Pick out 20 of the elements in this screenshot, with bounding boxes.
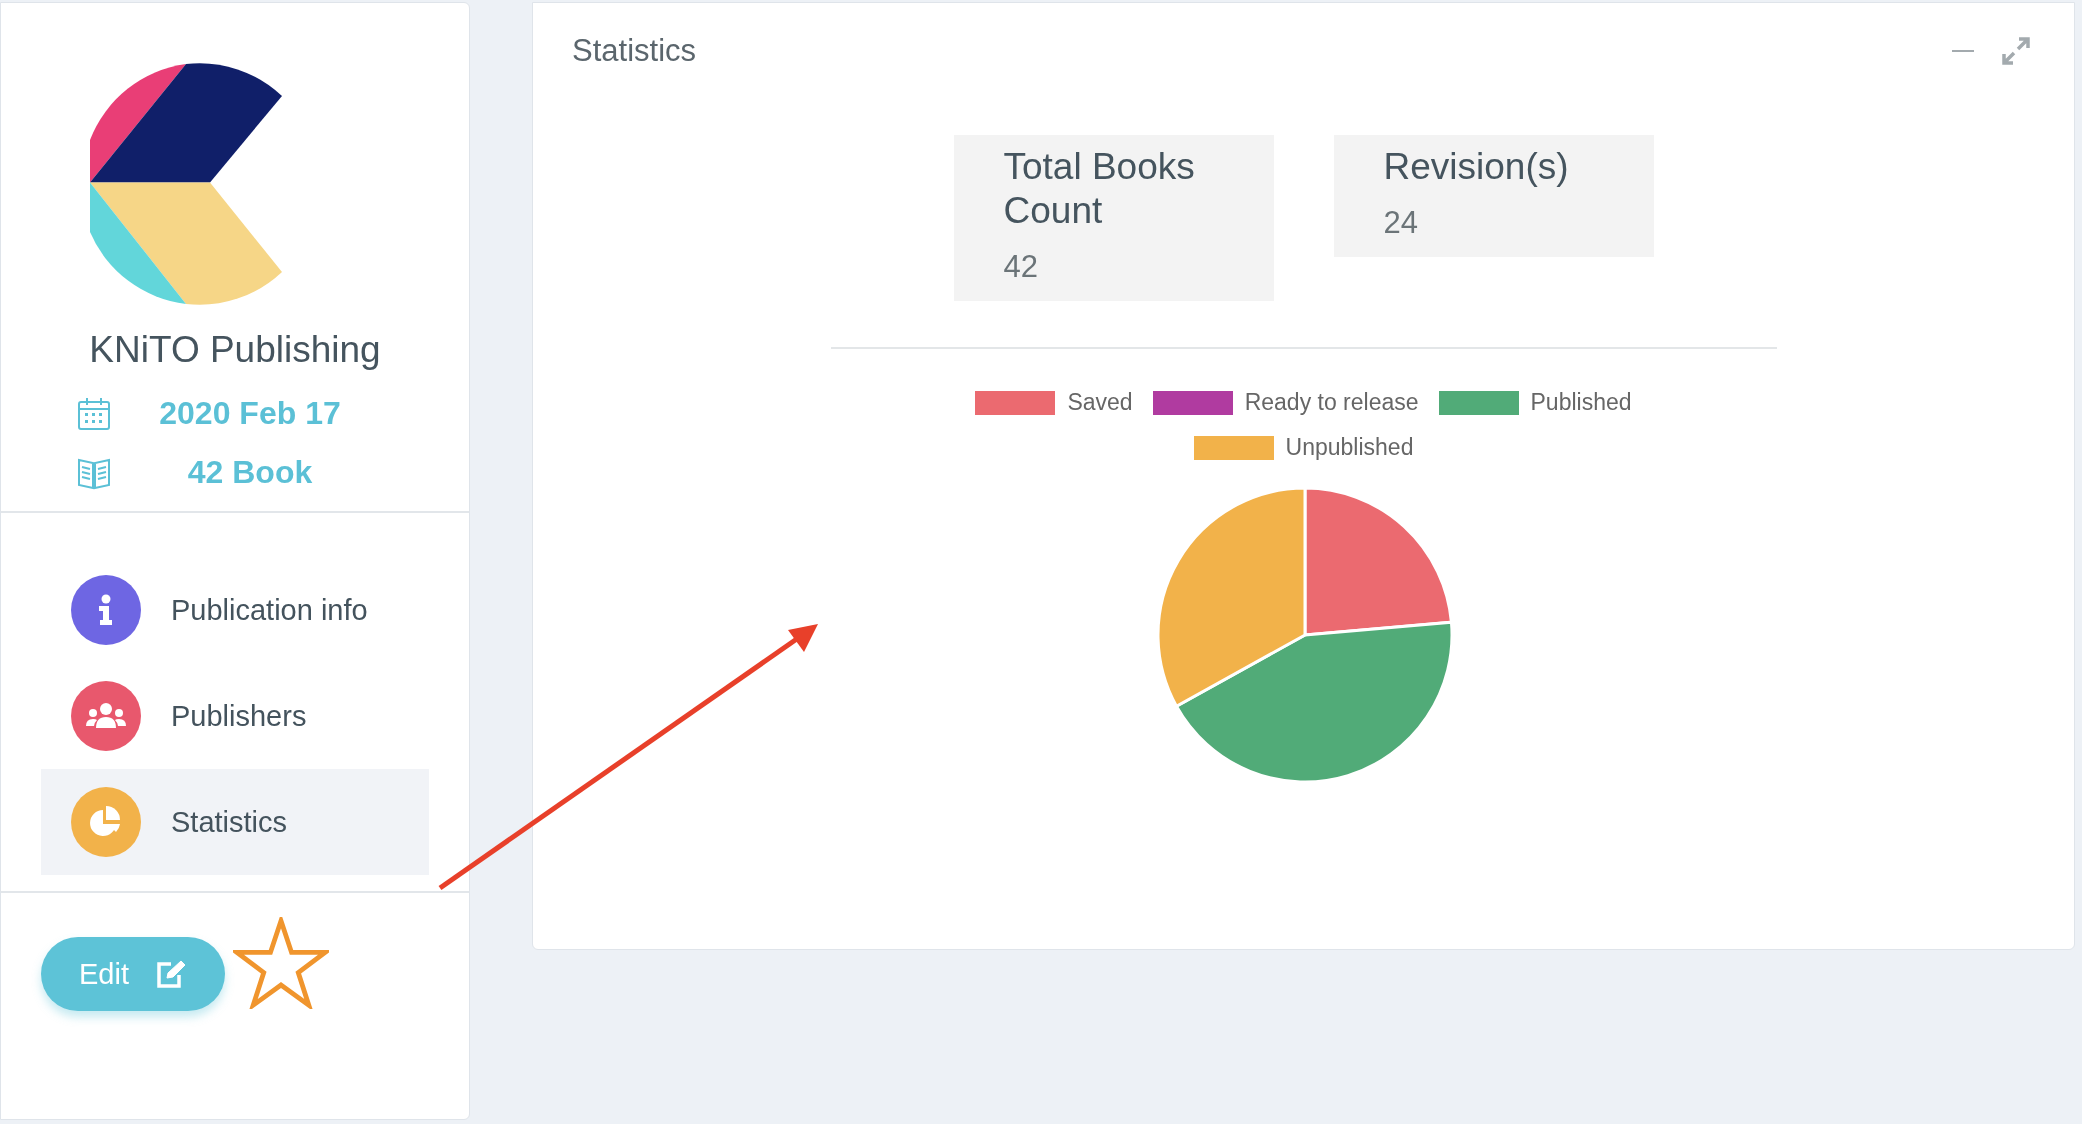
stat-value: 42	[1003, 249, 1039, 285]
stat-label: Total Books Count	[1003, 145, 1196, 233]
book-count: 42 Book	[186, 454, 314, 491]
publisher-name: KNiTO Publishing	[89, 329, 381, 371]
minimize-icon[interactable]	[1952, 49, 1974, 53]
date-text: 2020 Feb 17	[158, 395, 342, 432]
legend-label: Published	[1530, 389, 1632, 416]
legend-label: Saved	[1067, 389, 1133, 416]
sidebar-item[interactable]: Statistics	[41, 769, 429, 875]
star-icon[interactable]	[233, 917, 329, 1009]
legend-label: Unpublished	[1285, 434, 1414, 461]
calendar-icon	[77, 396, 111, 431]
edit-icon	[155, 959, 187, 989]
stat-value: 24	[1383, 205, 1419, 241]
legend-label: Ready to release	[1244, 389, 1419, 416]
sidebar-item[interactable]: Publishers	[41, 663, 429, 769]
sidebar-item[interactable]: Publication info	[41, 557, 429, 663]
expand-icon[interactable]	[2002, 37, 2030, 65]
panel-title: Statistics	[572, 33, 697, 69]
stat-label: Revision(s)	[1383, 145, 1570, 189]
